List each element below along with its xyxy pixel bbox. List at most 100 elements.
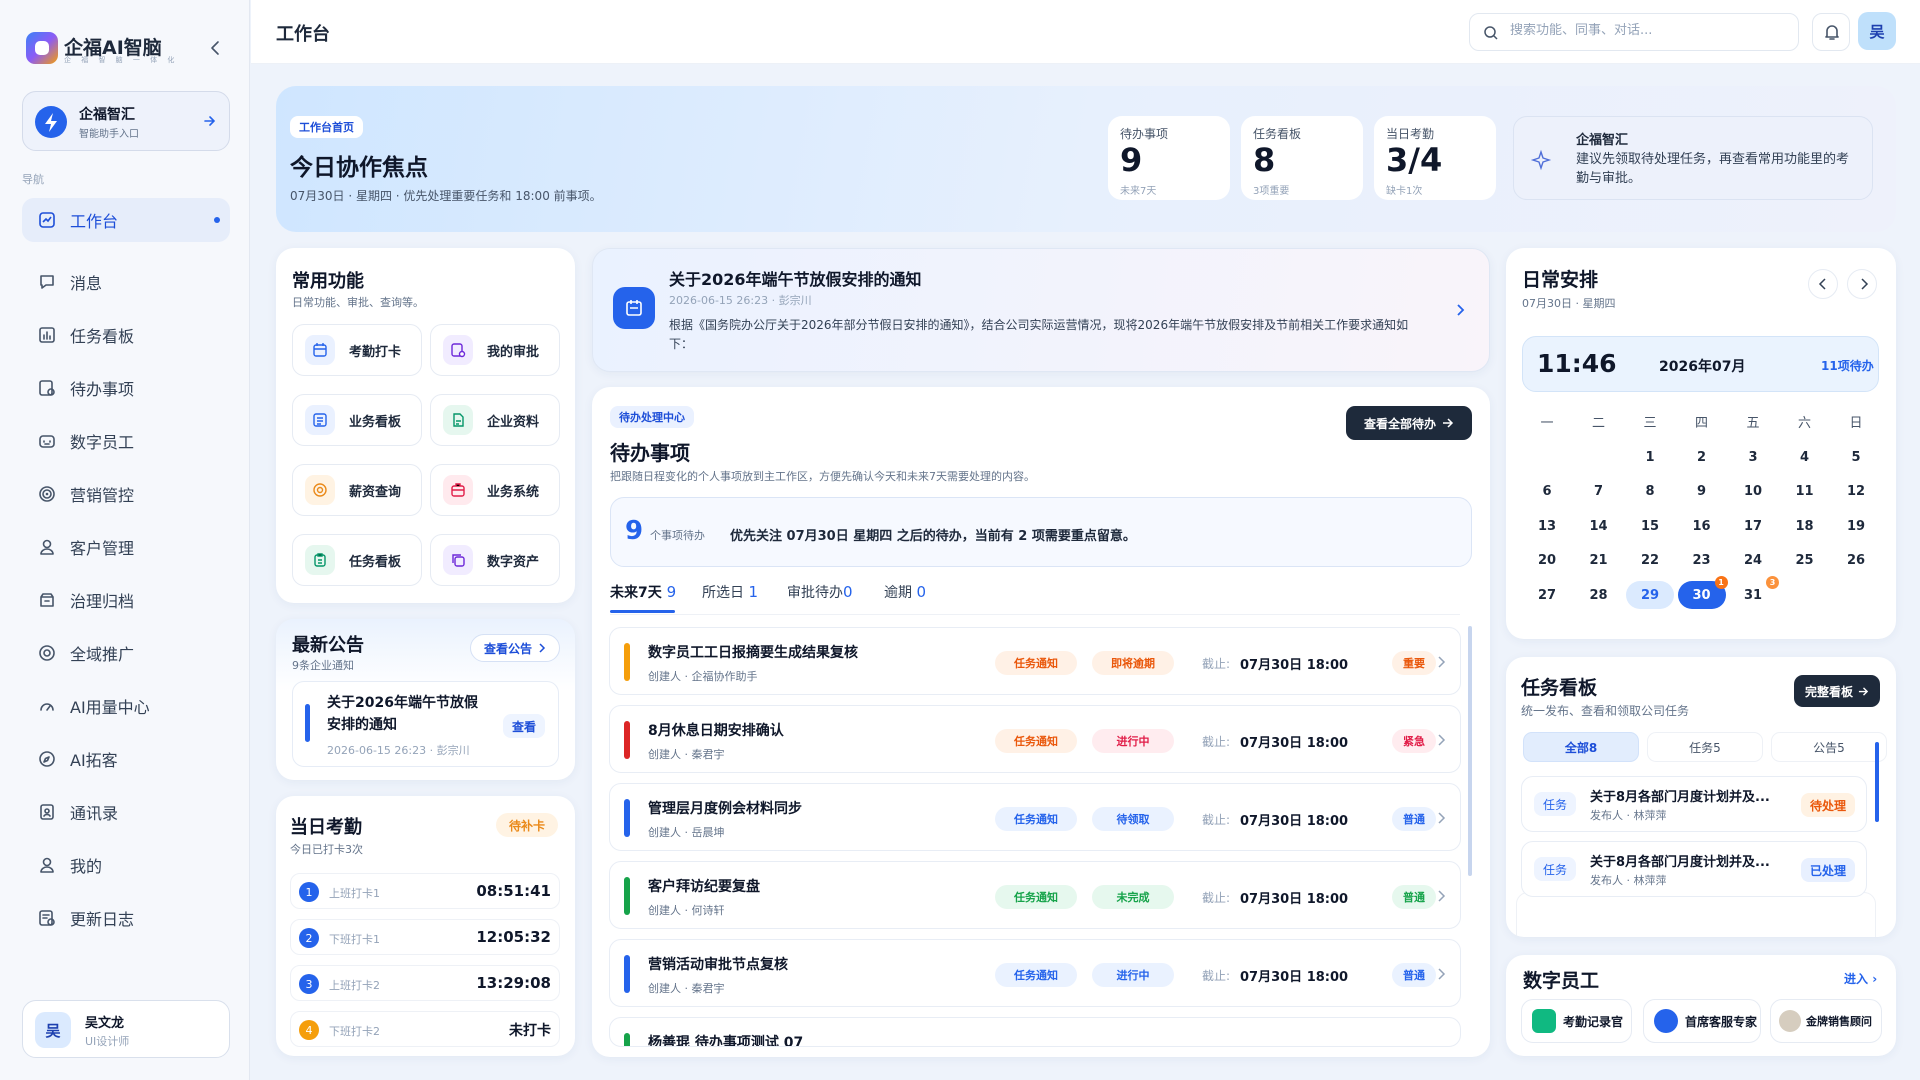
calendar-day[interactable]: 16 — [1678, 512, 1726, 540]
active-dot — [214, 217, 220, 223]
tab-overdue[interactable]: 逾期 0 — [884, 582, 926, 602]
todo-row[interactable]: 数字员工工日报摘要生成结果复核 创建人 · 企福协作助手 任务通知 即将逾期 截止: 07… — [609, 627, 1461, 695]
quick-approval-button[interactable]: 我的审批 — [430, 324, 560, 376]
calendar-day[interactable]: 4 — [1781, 443, 1829, 471]
calendar-day[interactable]: 24 — [1729, 547, 1777, 575]
sidebar-item-digital-staff[interactable]: 数字员工 — [22, 419, 230, 463]
prev-month-button[interactable] — [1808, 269, 1838, 299]
task-item[interactable]: 任务 关于8月各部门月度计划并及... 发布人 · 林萍萍 已处理 — [1521, 841, 1867, 897]
search-box[interactable] — [1469, 13, 1799, 51]
sidebar-item-marketing[interactable]: 营销管控 — [22, 472, 230, 516]
calendar-day[interactable]: 7 — [1575, 478, 1623, 506]
sidebar-item-contacts[interactable]: 通讯录 — [22, 790, 230, 834]
calendar-day[interactable]: 22 — [1626, 547, 1674, 575]
quick-salary-button[interactable]: 薪资查询 — [292, 464, 422, 516]
stat-todo[interactable]: 待办事项 9 未来7天 — [1108, 116, 1230, 200]
tab-next-7-days[interactable]: 未来7天 9 — [610, 582, 676, 602]
digital-staff-sales[interactable]: 金牌销售顾问 — [1770, 999, 1882, 1043]
calendar-day[interactable]: 27 — [1523, 581, 1571, 609]
notice-view-button[interactable]: 查看 — [503, 714, 545, 738]
search-input[interactable] — [1510, 23, 1780, 38]
calendar-day[interactable]: 21 — [1575, 547, 1623, 575]
sidebar-item-taskboard[interactable]: 任务看板 — [22, 313, 230, 357]
calendar-day[interactable]: 8 — [1626, 478, 1674, 506]
tab-selected-day[interactable]: 所选日 1 — [702, 582, 758, 602]
task-item[interactable]: 任务 关于8月各部门月度计划并及... 发布人 · 林萍萍 待处理 — [1521, 776, 1867, 832]
user-card[interactable]: 吴 吴文龙 UI设计师 — [22, 1000, 230, 1058]
calendar-day[interactable]: 26 — [1832, 547, 1880, 575]
todo-scrollbar[interactable] — [1468, 626, 1472, 876]
sidebar-item-todo[interactable]: 待办事项 — [22, 366, 230, 410]
taskboard-tab-all[interactable]: 全部8 — [1523, 732, 1639, 762]
announcement-card[interactable]: 关于2026年端午节放假安排的通知 2026-06-15 26:23 · 彭宗川… — [592, 248, 1490, 372]
quick-business-board-button[interactable]: 业务看板 — [292, 394, 422, 446]
calendar-day[interactable]: 12 — [1832, 478, 1880, 506]
taskboard-scrollbar[interactable] — [1875, 742, 1879, 822]
digital-staff-service[interactable]: 首席客服专家 — [1643, 999, 1761, 1043]
sidebar-item-ai-prospect[interactable]: AI拓客 — [22, 737, 230, 781]
row-creator: 创建人 · 何诗轩 — [648, 904, 725, 917]
calendar-day[interactable]: 11 — [1781, 478, 1829, 506]
digital-staff-attendance[interactable]: 考勤记录官 — [1521, 999, 1632, 1043]
quick-business-system-button[interactable]: 业务系统 — [430, 464, 560, 516]
sidebar-item-messages[interactable]: 消息 — [22, 260, 230, 304]
view-all-todo-button[interactable]: 查看全部待办 — [1346, 406, 1472, 440]
calendar-day[interactable]: 10 — [1729, 478, 1777, 506]
calendar-day[interactable]: 9 — [1678, 478, 1726, 506]
sidebar-item-customers[interactable]: 客户管理 — [22, 525, 230, 569]
calendar-day[interactable]: 19 — [1832, 512, 1880, 540]
stat-taskboard[interactable]: 任务看板 8 3项重要 — [1241, 116, 1363, 200]
sidebar-item-changelog[interactable]: 更新日志 — [22, 896, 230, 940]
todo-row[interactable]: 客户拜访纪要复盘 创建人 · 何诗轩 任务通知 未完成 截止: 07月30日 18:00 普… — [609, 861, 1461, 929]
sidebar-item-label: AI用量中心 — [70, 698, 150, 717]
header-avatar[interactable]: 吴 — [1858, 12, 1896, 50]
todo-row[interactable]: 杨善琨 待办事项测试 07 — [609, 1017, 1461, 1047]
calendar-day[interactable]: 1 — [1626, 443, 1674, 471]
collapse-sidebar-button[interactable] — [204, 36, 228, 60]
calendar-day[interactable]: 3 — [1729, 443, 1777, 471]
calendar-day[interactable]: 15 — [1626, 512, 1674, 540]
calendar-day[interactable]: 20 — [1523, 547, 1571, 575]
calendar-day[interactable]: 2 — [1678, 443, 1726, 471]
stat-attendance[interactable]: 当日考勤 3/4 缺卡1次 — [1374, 116, 1496, 200]
todo-row[interactable]: 营销活动审批节点复核 创建人 · 秦君宇 任务通知 进行中 截止: 07月30日 18:0… — [609, 939, 1461, 1007]
task-tag: 任务 — [1534, 792, 1576, 816]
calendar-day[interactable]: 28 — [1575, 581, 1623, 609]
tab-approval-todo[interactable]: 审批待办0 — [787, 582, 853, 602]
calendar-day[interactable]: 17 — [1729, 512, 1777, 540]
full-board-button[interactable]: 完整看板 — [1794, 675, 1880, 707]
quick-label: 数字资产 — [487, 554, 540, 570]
sidebar-item-workbench[interactable]: 工作台 — [22, 198, 230, 242]
assistant-entry[interactable]: 企福智汇 智能助手入口 — [22, 91, 230, 151]
calendar-day[interactable]: 13 — [1523, 512, 1571, 540]
taskboard-tab-notices[interactable]: 公告5 — [1771, 732, 1887, 762]
todo-row[interactable]: 8月休息日期安排确认 创建人 · 秦君宇 任务通知 进行中 截止: 07月30日 18:0… — [609, 705, 1461, 773]
notifications-button[interactable] — [1812, 13, 1850, 51]
quick-attendance-button[interactable]: 考勤打卡 — [292, 324, 422, 376]
view-notices-button[interactable]: 查看公告 — [470, 634, 560, 662]
missing-punch-badge[interactable]: 待补卡 — [496, 813, 558, 837]
calendar-day[interactable]: 23 — [1678, 547, 1726, 575]
taskboard-tab-tasks[interactable]: 任务5 — [1647, 732, 1763, 762]
calendar-day[interactable]: 18 — [1781, 512, 1829, 540]
calendar-day[interactable]: 29 — [1626, 581, 1674, 609]
digital-enter-link[interactable]: 进入 › — [1844, 970, 1877, 987]
calendar-day[interactable]: 14 — [1575, 512, 1623, 540]
todo-count-link[interactable]: 11项待办 — [1821, 357, 1874, 374]
quick-company-docs-button[interactable]: 企业资料 — [430, 394, 560, 446]
sidebar-item-promotion[interactable]: 全域推广 — [22, 631, 230, 675]
next-month-button[interactable] — [1847, 269, 1877, 299]
sidebar-item-profile[interactable]: 我的 — [22, 843, 230, 887]
calendar-day[interactable]: 25 — [1781, 547, 1829, 575]
notice-item[interactable]: 关于2026年端午节放假安排的通知 2026-06-15 26:23 · 彭宗川… — [292, 681, 559, 767]
assistant-hint[interactable]: 企福智汇 建议先领取待处理任务，再查看常用功能里的考勤与审批。 — [1513, 116, 1873, 200]
task-item-partial[interactable] — [1516, 892, 1876, 937]
todo-row[interactable]: 管理层月度例会材料同步 创建人 · 岳晨坤 任务通知 待领取 截止: 07月30日 18:… — [609, 783, 1461, 851]
sidebar-item-ai-usage[interactable]: AI用量中心 — [22, 684, 230, 728]
quick-digital-assets-button[interactable]: 数字资产 — [430, 534, 560, 586]
sidebar-item-archive[interactable]: 治理归档 — [22, 578, 230, 622]
calendar-day[interactable]: 5 — [1832, 443, 1880, 471]
quick-taskboard-button[interactable]: 任务看板 — [292, 534, 422, 586]
chevron-right-icon[interactable] — [1455, 303, 1467, 317]
calendar-day[interactable]: 6 — [1523, 478, 1571, 506]
